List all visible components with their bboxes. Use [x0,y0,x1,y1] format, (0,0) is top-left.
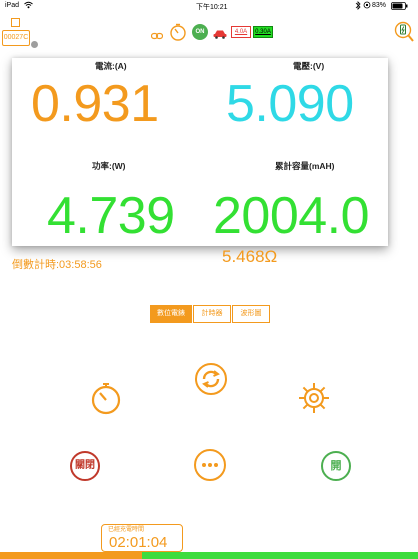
battery-search-icon[interactable] [394,21,414,48]
capacity-label: 累計容量(mAH) [275,161,335,171]
limit-badge-2[interactable]: 0.30A [253,26,273,38]
battery-percent: 83% [372,2,387,9]
rotation-lock-icon [363,1,371,11]
device-tag-icon [11,18,20,27]
voltage-label: 電壓:(V) [293,61,325,71]
timer-icon[interactable] [89,381,123,420]
resistance-value: 5.468Ω [222,247,278,266]
limit-badge-1[interactable]: 4.0A [231,26,251,38]
status-bar: iPad 下午10:21 83% [0,0,418,12]
link-icon[interactable] [150,27,164,45]
off-button[interactable]: 關閉 [70,451,100,481]
on-status-badge[interactable]: ON [192,24,208,40]
tab-waveform[interactable]: 波形圖 [232,305,270,323]
elapsed-label: 已經充電時間 [108,527,145,533]
connection-status-dot [31,41,38,48]
car-icon[interactable] [213,26,227,44]
countdown-timer: 倒數計時:03:58:56 [12,259,102,271]
on-button[interactable]: 開 [321,451,351,481]
more-options-button[interactable] [194,449,226,481]
carrier-label: iPad [5,2,20,9]
power-value: 4.739 [47,187,175,245]
charge-progress-bar [0,552,418,559]
elapsed-time: 02:01:04 [109,534,168,551]
current-label: 電流:(A) [95,61,127,71]
capacity-value: 2004.0 [213,187,370,245]
bluetooth-icon [355,1,361,12]
tab-digital-meter[interactable]: 數位電錶 [150,305,192,323]
tab-timer[interactable]: 計時器 [193,305,231,323]
charge-progress-fill [0,552,143,559]
refresh-icon[interactable] [194,362,228,401]
clock: 下午10:21 [196,4,228,11]
battery-icon [391,2,408,12]
wifi-icon [24,1,33,11]
stopwatch-icon[interactable] [169,23,187,46]
device-id-badge[interactable]: 00027C [2,30,30,46]
gear-icon[interactable] [297,381,331,420]
voltage-value: 5.090 [226,75,354,133]
current-value: 0.931 [31,75,159,133]
power-label: 功率:(W) [92,161,126,171]
more-icon [202,463,218,467]
